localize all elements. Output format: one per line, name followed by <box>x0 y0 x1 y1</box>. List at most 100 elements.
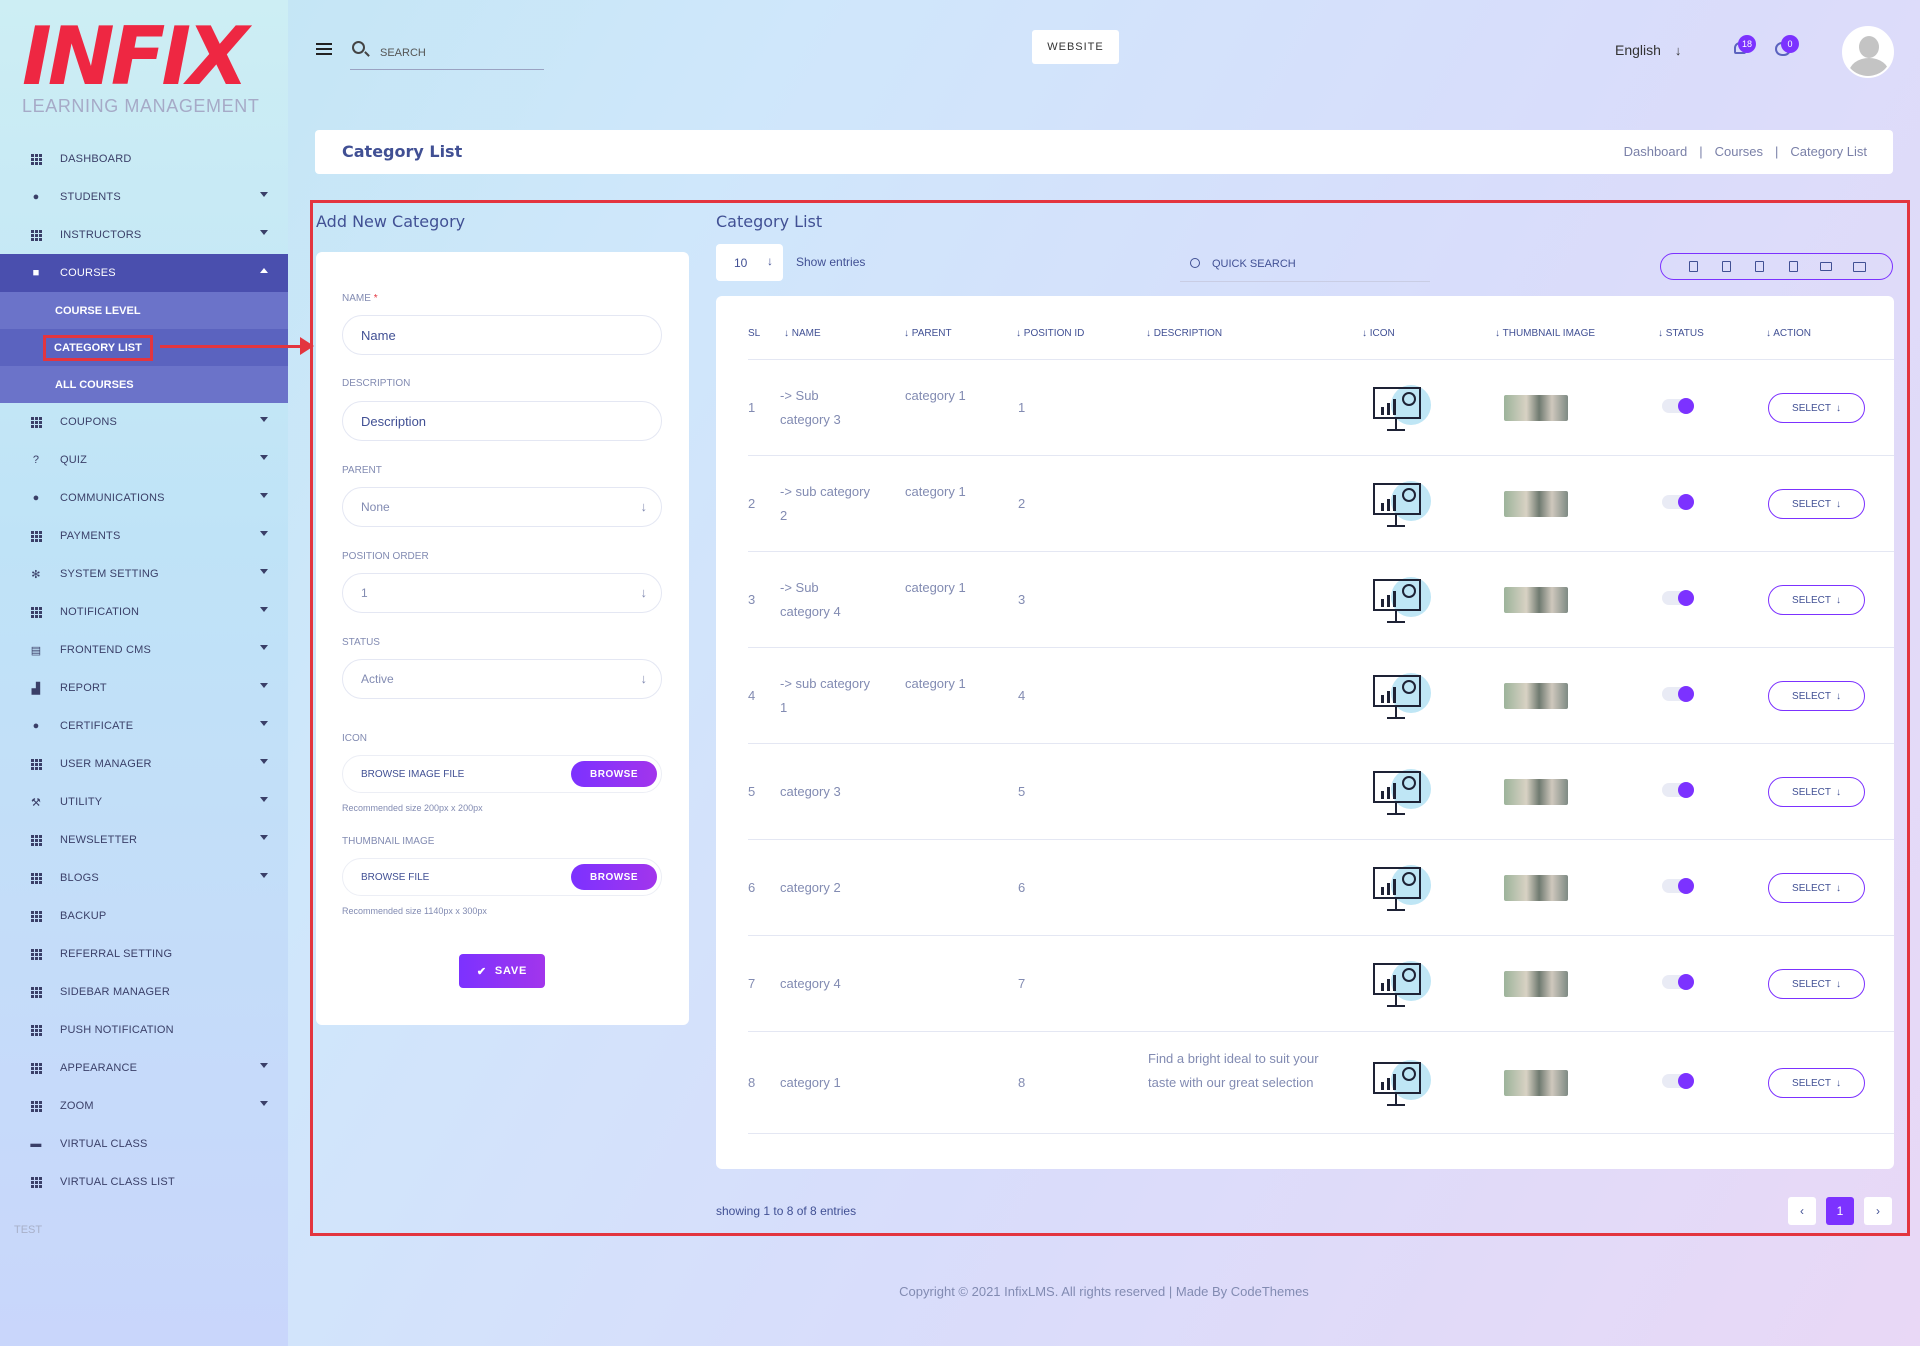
action-select-button[interactable]: SELECT ↓ <box>1768 393 1865 423</box>
sidebar-item-backup[interactable]: BACKUP <box>0 897 288 935</box>
sort-arrow-icon: ↓ <box>1658 328 1666 339</box>
icon-file-input[interactable]: BROWSE IMAGE FILE BROWSE <box>342 755 662 793</box>
sidebar-item-push-notification[interactable]: PUSH NOTIFICATION <box>0 1011 288 1049</box>
column-header-name[interactable]: ↓ NAME <box>784 328 821 339</box>
pdf-icon[interactable] <box>1782 257 1804 277</box>
sidebar-item-dashboard[interactable]: DASHBOARD <box>0 140 288 178</box>
sidebar-item-instructors[interactable]: INSTRUCTORS <box>0 216 288 254</box>
column-header-parent[interactable]: ↓ PARENT <box>904 328 952 339</box>
entries-select[interactable]: 10 ↓ <box>716 244 783 281</box>
language-select[interactable]: English ↓ <box>1615 42 1681 58</box>
print-icon[interactable] <box>1815 257 1837 277</box>
column-header-thumbnail-image[interactable]: ↓ THUMBNAIL IMAGE <box>1495 328 1595 339</box>
sidebar-item-communications[interactable]: ● COMMUNICATIONS <box>0 479 288 517</box>
sidebar-item-system-setting[interactable]: ✻ SYSTEM SETTING <box>0 555 288 593</box>
sidebar-item-frontend-cms[interactable]: ▤ FRONTEND CMS <box>0 631 288 669</box>
presentation-chart-icon <box>1373 477 1431 527</box>
sidebar-item-payments[interactable]: PAYMENTS <box>0 517 288 555</box>
sidebar-item-virtual-class-list[interactable]: VIRTUAL CLASS LIST <box>0 1163 288 1201</box>
sidebar-item-sidebar-manager[interactable]: SIDEBAR MANAGER <box>0 973 288 1011</box>
action-select-button[interactable]: SELECT ↓ <box>1768 489 1865 519</box>
column-header-position-id[interactable]: ↓ POSITION ID <box>1016 328 1084 339</box>
sidebar-item-courses[interactable]: ■ COURSES <box>0 254 288 292</box>
avatar[interactable] <box>1842 26 1894 78</box>
chevron-down-icon: ↓ <box>1835 978 1841 990</box>
sort-arrow-icon: ↓ <box>1016 328 1024 339</box>
name-input[interactable]: Name <box>342 315 662 355</box>
prev-page-button[interactable]: ‹ <box>1788 1197 1816 1225</box>
logo[interactable]: INFIX LEARNING MANAGEMENT <box>22 17 262 117</box>
thumbnail-file-input[interactable]: BROWSE FILE BROWSE <box>342 858 662 896</box>
action-select-button[interactable]: SELECT ↓ <box>1768 681 1865 711</box>
sidebar-item-blogs[interactable]: BLOGS <box>0 859 288 897</box>
sidebar-item-referral-setting[interactable]: REFERRAL SETTING <box>0 935 288 973</box>
description-input[interactable]: Description <box>342 401 662 441</box>
sidebar-item-user-manager[interactable]: USER MANAGER <box>0 745 288 783</box>
action-select-button[interactable]: SELECT ↓ <box>1768 777 1865 807</box>
hamburger-menu-icon[interactable] <box>316 43 332 58</box>
sidebar-subitem-all-courses[interactable]: ALL COURSES <box>0 366 288 403</box>
action-select-button[interactable]: SELECT ↓ <box>1768 585 1865 615</box>
csv-icon[interactable] <box>1716 257 1738 277</box>
sidebar-item-newsletter[interactable]: NEWSLETTER <box>0 821 288 859</box>
action-select-button[interactable]: SELECT ↓ <box>1768 969 1865 999</box>
status-toggle[interactable] <box>1662 782 1694 798</box>
save-button[interactable]: ✔ SAVE <box>459 954 545 988</box>
position-order-select[interactable]: 1 ↓ <box>342 573 662 613</box>
sidebar-item-students[interactable]: ● STUDENTS <box>0 178 288 216</box>
sidebar-item-certificate[interactable]: ● CERTIFICATE <box>0 707 288 745</box>
parent-value: None <box>361 500 390 514</box>
sidebar-item-label: COMMUNICATIONS <box>60 492 165 504</box>
sidebar-item-zoom[interactable]: ZOOM <box>0 1087 288 1125</box>
action-select-button[interactable]: SELECT ↓ <box>1768 1068 1865 1098</box>
sidebar-item-coupons[interactable]: COUPONS <box>0 403 288 441</box>
chevron-down-icon: ↓ <box>640 499 648 514</box>
sidebar-item-notification[interactable]: NOTIFICATION <box>0 593 288 631</box>
status-toggle[interactable] <box>1662 974 1694 990</box>
thumbnail-browse-button[interactable]: BROWSE <box>571 864 657 890</box>
sidebar-item-label: STUDENTS <box>60 191 121 203</box>
action-select-button[interactable]: SELECT ↓ <box>1768 873 1865 903</box>
website-button[interactable]: WEBSITE <box>1032 30 1119 64</box>
next-page-button[interactable]: › <box>1864 1197 1892 1225</box>
table-row <box>748 744 1894 840</box>
thumbnail-label: THUMBNAIL IMAGE <box>342 836 435 847</box>
page-button-current[interactable]: 1 <box>1826 1197 1854 1225</box>
column-header-sl[interactable]: SL <box>748 328 760 339</box>
status-toggle[interactable] <box>1662 686 1694 702</box>
columns-icon[interactable] <box>1848 257 1870 277</box>
column-header-icon[interactable]: ↓ ICON <box>1362 328 1395 339</box>
column-header-description[interactable]: ↓ DESCRIPTION <box>1146 328 1222 339</box>
sidebar-item-quiz[interactable]: ? QUIZ <box>0 441 288 479</box>
chat-icon: ● <box>32 492 40 504</box>
column-header-status[interactable]: ↓ STATUS <box>1658 328 1704 339</box>
sidebar-item-appearance[interactable]: APPEARANCE <box>0 1049 288 1087</box>
sort-arrow-icon: ↓ <box>1146 328 1154 339</box>
grid-icon <box>30 416 42 428</box>
excel-icon[interactable] <box>1749 257 1771 277</box>
sidebar-item-label: ZOOM <box>60 1100 94 1112</box>
icon-browse-button[interactable]: BROWSE <box>571 761 657 787</box>
status-toggle[interactable] <box>1662 494 1694 510</box>
sidebar-item-utility[interactable]: ⚒ UTILITY <box>0 783 288 821</box>
status-toggle[interactable] <box>1662 398 1694 414</box>
breadcrumb-dashboard[interactable]: Dashboard <box>1624 144 1688 159</box>
parent-select[interactable]: None ↓ <box>342 487 662 527</box>
sidebar-item-virtual-class[interactable]: ▬ VIRTUAL CLASS <box>0 1125 288 1163</box>
search-input[interactable]: SEARCH <box>350 36 544 70</box>
chevron-down-icon <box>260 759 268 764</box>
chevron-down-icon <box>260 797 268 802</box>
column-header-action[interactable]: ↓ ACTION <box>1766 328 1811 339</box>
copy-icon[interactable] <box>1683 257 1705 277</box>
status-toggle[interactable] <box>1662 590 1694 606</box>
status-toggle[interactable] <box>1662 1073 1694 1089</box>
status-toggle[interactable] <box>1662 878 1694 894</box>
sidebar: INFIX LEARNING MANAGEMENT DASHBOARD ● STUD… <box>0 0 288 1346</box>
status-select[interactable]: Active ↓ <box>342 659 662 699</box>
breadcrumb-courses[interactable]: Courses <box>1715 144 1763 159</box>
chevron-down-icon: ↓ <box>1835 690 1841 702</box>
sidebar-subitem-course-level[interactable]: COURSE LEVEL <box>0 292 288 329</box>
action-select-label: SELECT <box>1792 402 1831 414</box>
quick-search-input[interactable]: QUICK SEARCH <box>1180 246 1430 282</box>
sidebar-item-report[interactable]: ▟ REPORT <box>0 669 288 707</box>
